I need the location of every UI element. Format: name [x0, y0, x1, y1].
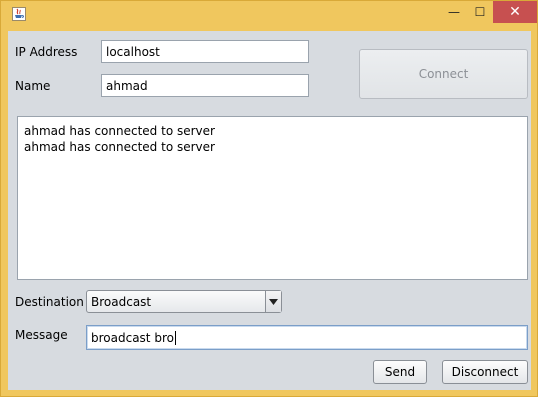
message-label: Message: [15, 328, 68, 342]
disconnect-button[interactable]: Disconnect: [442, 360, 528, 384]
chat-log-line: ahmad has connected to server: [24, 124, 215, 138]
connect-button[interactable]: Connect: [359, 49, 528, 99]
disconnect-button-label: Disconnect: [451, 365, 519, 379]
title-bar[interactable]: — ☐ ✕: [1, 1, 537, 27]
desktop-background: [538, 0, 544, 401]
send-button[interactable]: Send: [373, 360, 427, 384]
message-value: broadcast bro: [91, 330, 174, 345]
connect-button-label: Connect: [418, 67, 469, 81]
maximize-icon: ☐: [474, 5, 486, 19]
minimize-icon: —: [448, 5, 460, 19]
destination-selected-value: Broadcast: [91, 294, 152, 309]
ip-address-input[interactable]: localhost: [101, 40, 309, 63]
chat-log[interactable]: ahmad has connected to server ahmad has …: [17, 116, 528, 280]
minimize-button[interactable]: —: [441, 1, 467, 23]
desktop-background-bottom: [0, 397, 544, 401]
close-icon: ✕: [509, 4, 521, 20]
name-input[interactable]: ahmad: [101, 74, 309, 97]
maximize-button[interactable]: ☐: [467, 1, 493, 23]
java-app-icon[interactable]: [12, 7, 26, 21]
destination-label: Destination: [15, 295, 84, 309]
chat-log-line: ahmad has connected to server: [24, 140, 215, 154]
ip-address-value: localhost: [106, 44, 160, 59]
close-button[interactable]: ✕: [493, 1, 537, 23]
chevron-down-icon[interactable]: [265, 291, 281, 312]
name-label: Name: [15, 79, 51, 93]
client-area: IP Address localhost Name ahmad Connect …: [8, 31, 531, 390]
send-button-label: Send: [384, 365, 416, 379]
ip-address-label: IP Address: [15, 45, 78, 59]
name-value: ahmad: [106, 78, 148, 93]
text-caret: [174, 330, 176, 345]
message-input[interactable]: broadcast bro: [86, 325, 528, 350]
destination-select[interactable]: Broadcast: [86, 290, 282, 313]
chat-client-window: — ☐ ✕ IP Address localhost Name ahmad Co…: [0, 0, 538, 397]
